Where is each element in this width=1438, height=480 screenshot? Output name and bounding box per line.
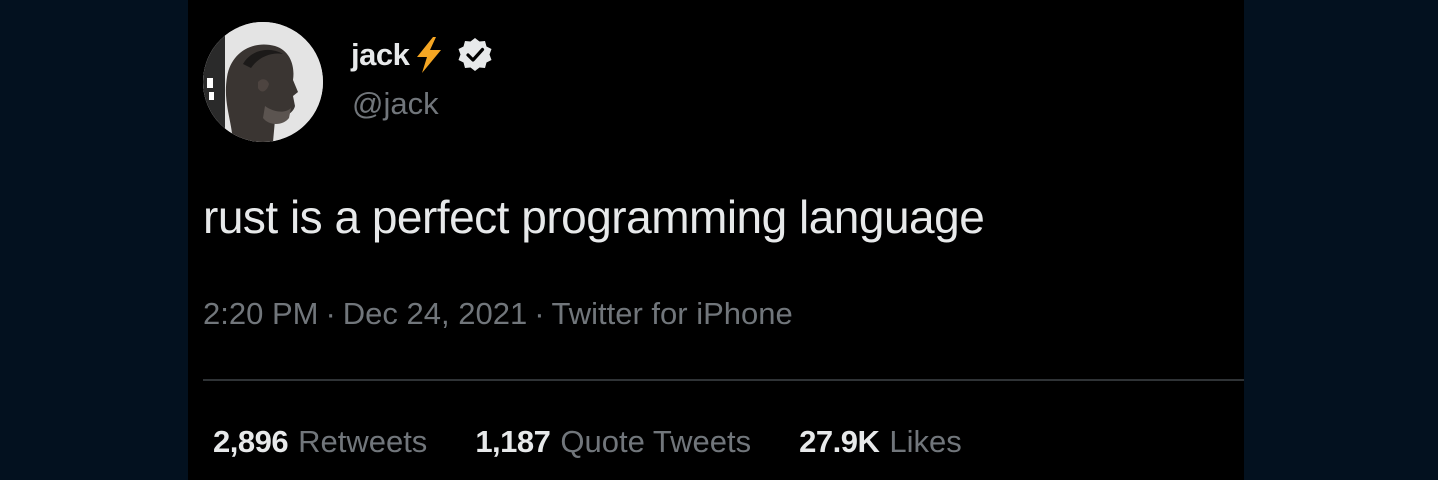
meta-separator: · — [534, 296, 545, 331]
meta-separator: · — [325, 296, 336, 331]
quote-tweets-count: 1,187 — [475, 424, 551, 459]
profile-photo-icon — [203, 22, 323, 142]
tweet-source[interactable]: Twitter for iPhone — [552, 296, 793, 331]
lightning-bolt-icon — [411, 35, 447, 75]
retweets-stat[interactable]: 2,896 Retweets — [213, 424, 427, 460]
avatar[interactable] — [203, 22, 323, 142]
likes-label: Likes — [889, 424, 962, 459]
retweets-label: Retweets — [298, 424, 428, 459]
likes-stat[interactable]: 27.9K Likes — [799, 424, 962, 460]
tweet-time[interactable]: 2:20 PM — [203, 296, 318, 331]
divider — [203, 379, 1244, 381]
tweet-stats: 2,896 Retweets 1,187 Quote Tweets 27.9K … — [213, 424, 1010, 460]
quote-tweets-stat[interactable]: 1,187 Quote Tweets — [475, 424, 751, 460]
likes-count: 27.9K — [799, 424, 880, 459]
display-name[interactable]: jack — [351, 37, 410, 73]
author-name-row[interactable]: jack — [351, 35, 495, 75]
verified-badge-icon[interactable] — [455, 35, 495, 75]
tweet-text: rust is a perfect programming language — [203, 191, 985, 243]
author-handle[interactable]: @jack — [352, 86, 439, 122]
tweet-date[interactable]: Dec 24, 2021 — [343, 296, 527, 331]
retweets-count: 2,896 — [213, 424, 289, 459]
tweet-card: jack @jack rust is a perfect programming… — [188, 0, 1244, 480]
quote-tweets-label: Quote Tweets — [560, 424, 752, 459]
tweet-meta: 2:20 PM · Dec 24, 2021 · Twitter for iPhone — [203, 296, 793, 332]
